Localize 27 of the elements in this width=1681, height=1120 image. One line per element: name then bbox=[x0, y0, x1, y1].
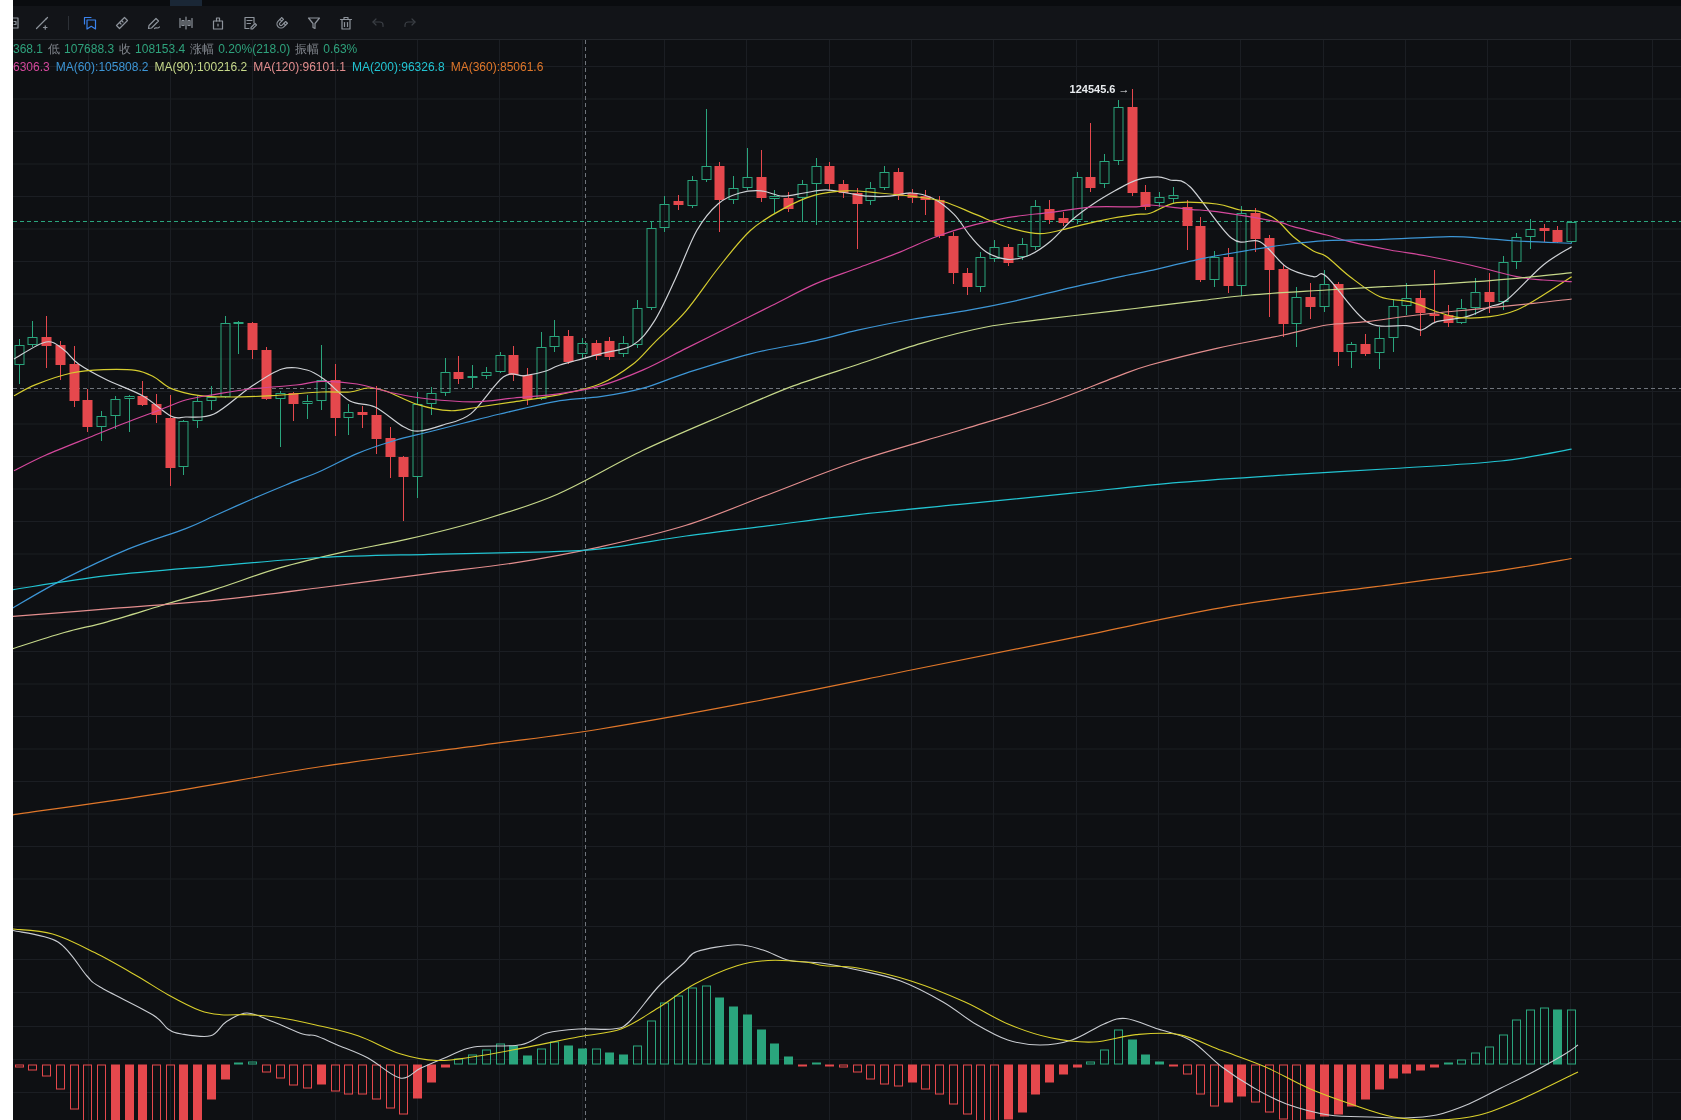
moving-average-value: MA(200):96326.8 bbox=[351, 59, 445, 76]
line-plus-icon[interactable] bbox=[35, 15, 49, 30]
stat-label: 振幅 bbox=[295, 41, 320, 58]
moving-average-value: MA(60):105808.2 bbox=[55, 59, 149, 76]
moving-average-value: MA(360):85061.6 bbox=[450, 59, 544, 76]
moving-average-value: 6306.3 bbox=[13, 59, 50, 76]
filter-icon[interactable] bbox=[307, 15, 321, 30]
moving-average-value: MA(90):100216.2 bbox=[154, 59, 248, 76]
bookmark-icon[interactable] bbox=[83, 15, 97, 30]
stat-value: 108153.4 bbox=[135, 41, 186, 58]
magnet-icon[interactable] bbox=[275, 15, 289, 30]
trash-icon[interactable] bbox=[339, 15, 353, 30]
ruler-icon[interactable] bbox=[115, 15, 129, 30]
stat-label: 收 bbox=[119, 41, 132, 58]
stat-value: 0.63% bbox=[323, 41, 358, 58]
note-edit-icon[interactable] bbox=[243, 15, 257, 30]
peak-price-label: 124545.6 → bbox=[1069, 83, 1130, 95]
pencil-icon[interactable] bbox=[147, 15, 161, 30]
stat-label: 涨幅 bbox=[190, 41, 215, 58]
stat-value: 368.1 bbox=[13, 41, 44, 58]
stat-value: 0.20%(218.0) bbox=[218, 41, 291, 58]
cut-off-icon[interactable] bbox=[13, 15, 21, 30]
lock-icon[interactable] bbox=[211, 15, 225, 30]
moving-average-value: MA(120):96101.1 bbox=[253, 59, 346, 76]
stat-value: 107688.3 bbox=[64, 41, 115, 58]
bracket-bars-icon[interactable] bbox=[179, 15, 193, 30]
stat-label: 低 bbox=[48, 41, 61, 58]
